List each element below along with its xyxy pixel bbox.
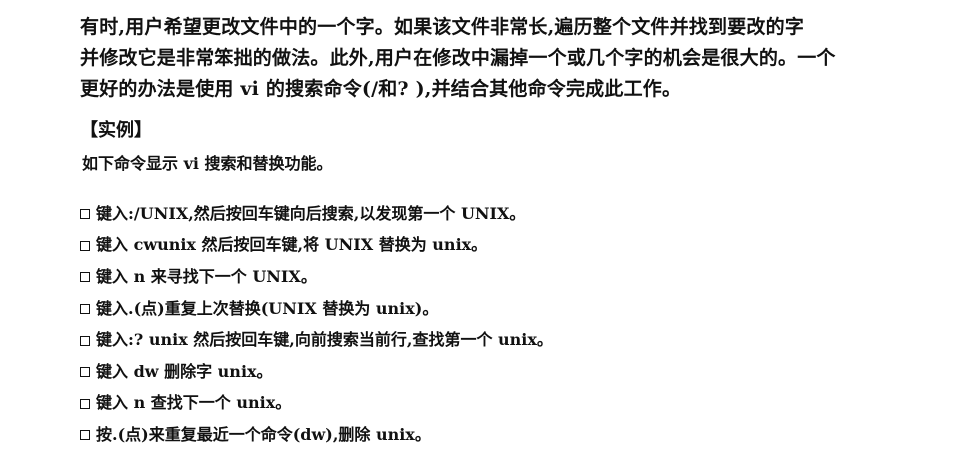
step-text: 按.(点)来重复最近一个命令(dw),删除 unix。 [96,424,431,444]
checkbox-icon [80,304,90,315]
intro-line: 并修改它是非常笨拙的做法。此外,用户在修改中漏掉一个或几个字的机会是很大的。一个 [80,47,836,69]
example-description: 如下命令显示 vi 搜索和替换功能。 [82,154,333,173]
step-item: 键入:/UNIX,然后按回车键向后搜索,以发现第一个 UNIX。 [80,198,553,230]
example-heading: 【实例】 [80,120,152,141]
checkbox-icon [80,272,90,283]
intro-line: 有时,用户希望更改文件中的一个字。如果该文件非常长,遍历整个文件并找到要改的字 [80,16,805,38]
checkbox-icon [80,398,90,409]
step-text: 键入 n 来寻找下一个 UNIX。 [96,266,317,286]
step-item: 键入 cwunix 然后按回车键,将 UNIX 替换为 unix。 [80,230,553,262]
step-text: 键入:/UNIX,然后按回车键向后搜索,以发现第一个 UNIX。 [96,203,526,223]
step-item: 键入 n 来寻找下一个 UNIX。 [80,261,553,293]
step-text: 键入 cwunix 然后按回车键,将 UNIX 替换为 unix。 [96,235,488,255]
step-item: 键入.(点)重复上次替换(UNIX 替换为 unix)。 [80,293,553,325]
step-item: 键入 dw 删除字 unix。 [80,356,553,388]
step-text: 键入 n 查找下一个 unix。 [96,393,292,413]
step-item: 键入:? unix 然后按回车键,向前搜索当前行,查找第一个 unix。 [80,324,553,356]
checkbox-icon [80,240,90,251]
checkbox-icon [80,335,90,346]
checkbox-icon [80,430,90,441]
step-list: 键入:/UNIX,然后按回车键向后搜索,以发现第一个 UNIX。 键入 cwun… [80,198,553,451]
step-text: 键入:? unix 然后按回车键,向前搜索当前行,查找第一个 unix。 [96,330,553,350]
step-item: 键入 n 查找下一个 unix。 [80,388,553,420]
step-item: 按.(点)来重复最近一个命令(dw),删除 unix。 [80,419,553,451]
checkbox-icon [80,209,90,220]
checkbox-icon [80,367,90,378]
intro-paragraph: 有时,用户希望更改文件中的一个字。如果该文件非常长,遍历整个文件并找到要改的字 … [78,12,918,105]
document-page: 有时,用户希望更改文件中的一个字。如果该文件非常长,遍历整个文件并找到要改的字 … [0,0,958,458]
intro-line: 更好的办法是使用 vi 的搜索命令(/和? ),并结合其他命令完成此工作。 [80,78,682,100]
step-text: 键入.(点)重复上次替换(UNIX 替换为 unix)。 [96,298,439,318]
step-text: 键入 dw 删除字 unix。 [96,361,273,381]
